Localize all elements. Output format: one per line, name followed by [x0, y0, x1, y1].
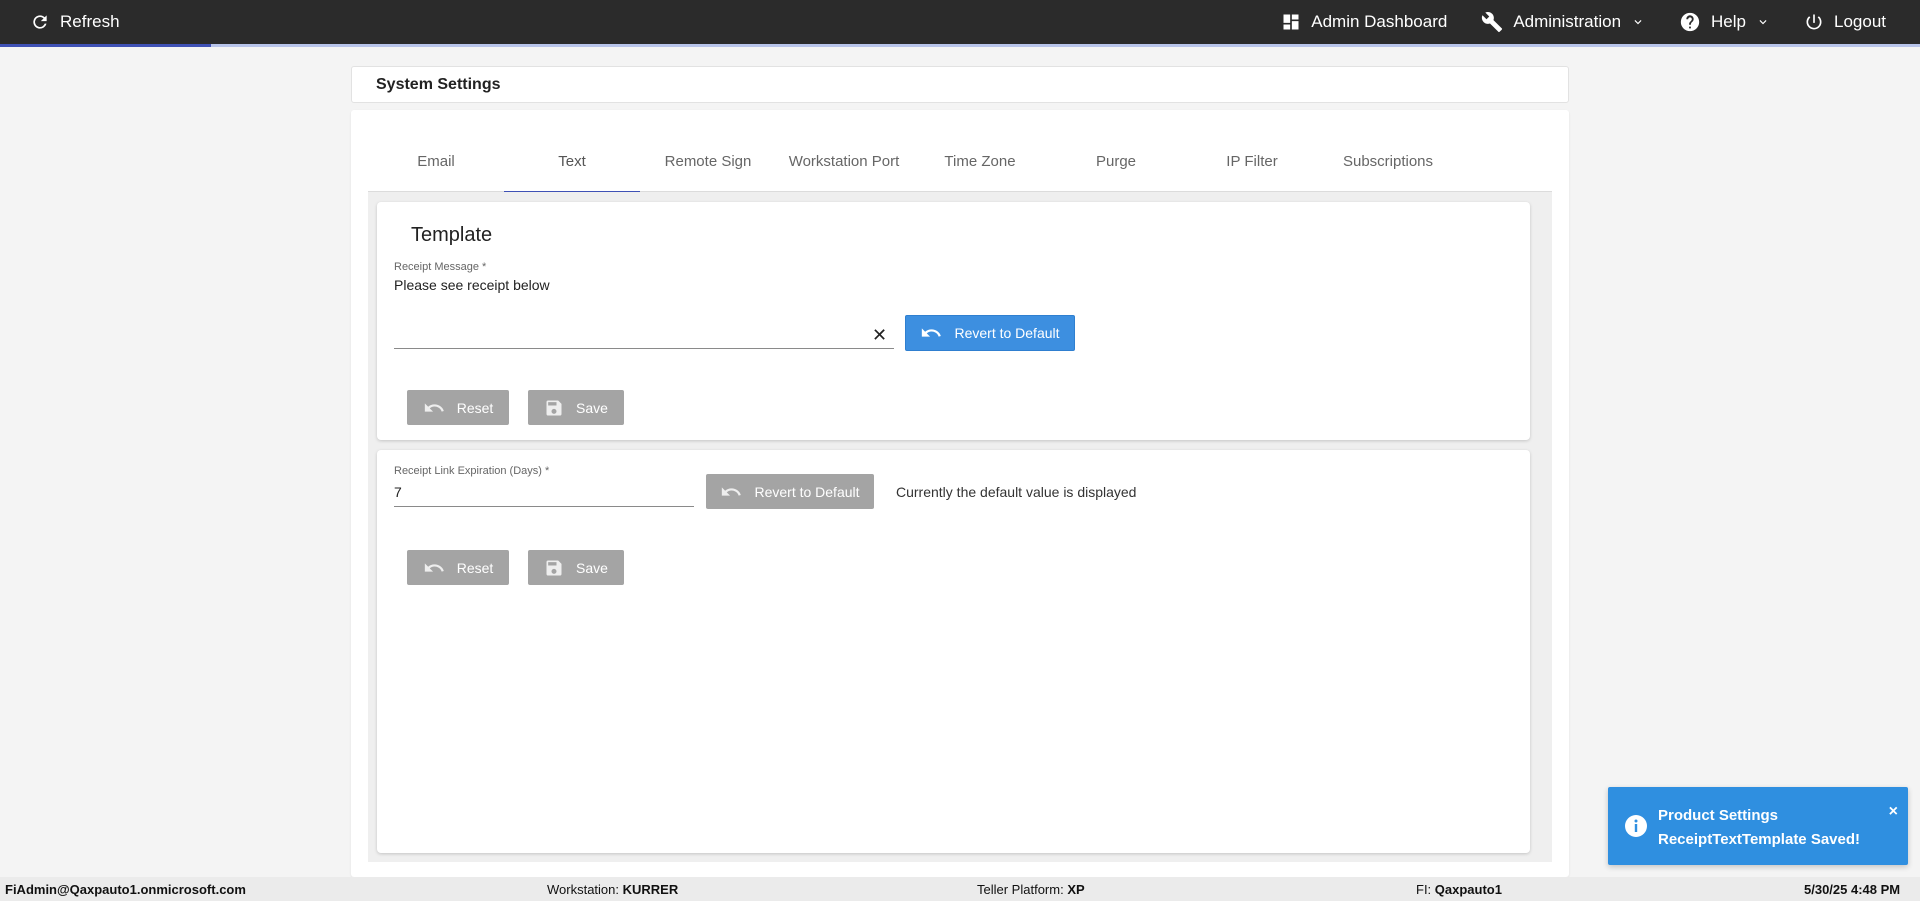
tab-ip-filter[interactable]: IP Filter — [1184, 130, 1320, 192]
clear-icon[interactable]: ✕ — [872, 326, 887, 344]
undo-icon — [722, 486, 742, 496]
revert-to-default-button[interactable]: Revert to Default — [905, 315, 1075, 351]
reset-button[interactable]: Reset — [407, 550, 509, 585]
close-icon[interactable]: × — [1889, 803, 1898, 821]
logout-button[interactable]: Logout — [1804, 0, 1886, 44]
admin-dashboard-label: Admin Dashboard — [1311, 12, 1448, 31]
receipt-message-label: Receipt Message * — [394, 261, 487, 273]
undo-icon — [424, 562, 444, 572]
reset-button[interactable]: Reset — [407, 390, 509, 425]
save-button[interactable]: Save — [528, 390, 624, 425]
floppy-disk-icon — [546, 560, 562, 575]
tab-subscriptions[interactable]: Subscriptions — [1320, 130, 1456, 192]
info-icon — [1625, 815, 1647, 837]
tab-time-zone[interactable]: Time Zone — [912, 130, 1048, 192]
footer-teller-platform: Teller Platform: XP — [977, 882, 1085, 897]
toast-line-1: Product Settings — [1658, 807, 1779, 824]
loading-progress-bar — [0, 44, 1920, 47]
notification-toast: Product Settings ReceiptTextTemplate Sav… — [1608, 787, 1908, 865]
page-title: System Settings — [376, 75, 501, 93]
tab-workstation-port[interactable]: Workstation Port — [776, 130, 912, 192]
tab-purge[interactable]: Purge — [1048, 130, 1184, 192]
save-button[interactable]: Save — [528, 550, 624, 585]
receipt-link-expiration-underline — [394, 506, 694, 507]
undo-icon — [922, 328, 942, 337]
tab-text[interactable]: Text — [504, 130, 640, 193]
page-title-card: System Settings — [351, 66, 1569, 103]
footer-fi: FI: Qaxpauto1 — [1416, 882, 1502, 897]
dashboard-icon — [1283, 14, 1299, 30]
administration-label: Administration — [1513, 12, 1622, 31]
template-panel: Template Receipt Message * Please see re… — [377, 202, 1530, 440]
template-title: Template — [411, 224, 493, 246]
top-navigation-bar: Refresh Admin Dashboard Administration H… — [0, 0, 1920, 47]
revert-to-default-button[interactable]: Revert to Default — [706, 474, 874, 509]
receipt-link-expiration-input[interactable]: 7 — [394, 484, 402, 500]
footer-user: FiAdmin@Qaxpauto1.onmicrosoft.com — [5, 882, 246, 897]
refresh-label: Refresh — [60, 12, 120, 31]
receipt-link-expiration-label: Receipt Link Expiration (Days) * — [394, 465, 550, 477]
reset-label: Reset — [456, 559, 494, 576]
settings-tabs: Email Text Remote Sign Workstation Port … — [368, 130, 1552, 193]
tab-content-area: Template Receipt Message * Please see re… — [368, 192, 1552, 862]
footer-datetime: 5/30/25 4:48 PM — [1804, 882, 1901, 897]
reset-label: Reset — [456, 399, 494, 416]
toast-line-2: ReceiptTextTemplate Saved! — [1658, 831, 1861, 848]
footer-workstation: Workstation: KURRER — [547, 882, 679, 897]
receipt-message-input[interactable]: Please see receipt below — [394, 277, 550, 293]
chevron-down-icon — [1759, 20, 1767, 25]
tab-remote-sign[interactable]: Remote Sign — [640, 130, 776, 192]
wrench-icon — [1482, 12, 1503, 33]
help-icon — [1680, 12, 1700, 32]
revert-to-default-label: Revert to Default — [754, 483, 860, 500]
default-value-note: Currently the default value is displayed — [896, 484, 1137, 500]
refresh-icon — [33, 15, 47, 29]
refresh-button[interactable]: Refresh — [30, 0, 120, 44]
power-icon — [1806, 14, 1822, 30]
chevron-down-icon — [1634, 20, 1642, 25]
settings-card: Email Text Remote Sign Workstation Port … — [351, 110, 1569, 877]
toast-message: Product Settings ReceiptTextTemplate Sav… — [1658, 804, 1860, 852]
loading-progress-fill — [0, 44, 212, 47]
undo-icon — [424, 402, 444, 412]
receipt-message-underline — [394, 348, 894, 349]
save-label: Save — [576, 559, 608, 576]
status-footer: FiAdmin@Qaxpauto1.onmicrosoft.com Workst… — [0, 877, 1920, 901]
tab-email[interactable]: Email — [368, 130, 504, 192]
save-label: Save — [576, 399, 608, 416]
revert-to-default-label: Revert to Default — [954, 325, 1060, 341]
logout-label: Logout — [1834, 12, 1886, 31]
receipt-link-expiration-panel: Receipt Link Expiration (Days) * 7 Rever… — [377, 450, 1530, 853]
administration-menu[interactable]: Administration — [1481, 0, 1645, 44]
help-menu[interactable]: Help — [1679, 0, 1770, 44]
floppy-disk-icon — [546, 400, 562, 415]
help-label: Help — [1711, 12, 1746, 31]
admin-dashboard-button[interactable]: Admin Dashboard — [1281, 0, 1447, 44]
